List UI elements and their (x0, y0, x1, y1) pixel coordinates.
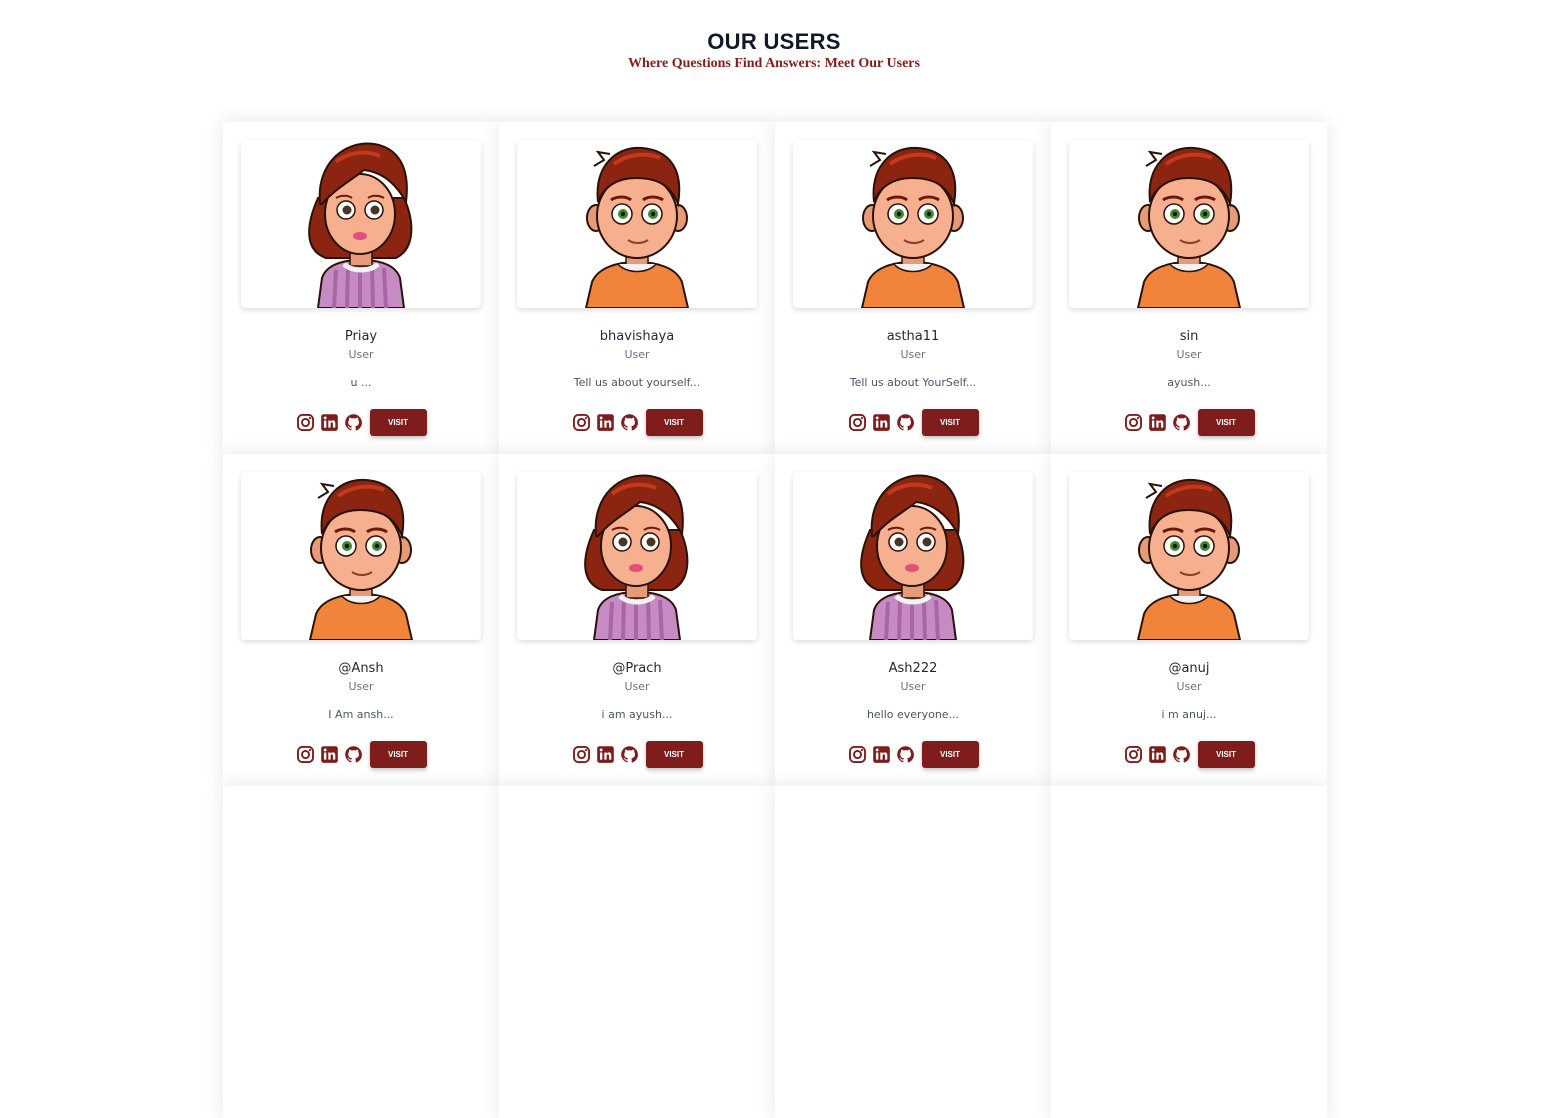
user-role: User (624, 348, 650, 361)
linkedin-icon[interactable] (872, 413, 892, 433)
user-card: @anuj User i m anuj... VISIT (1051, 454, 1327, 786)
github-icon[interactable] (896, 413, 916, 433)
card-actions: VISIT (1051, 409, 1327, 436)
user-role: User (1176, 348, 1202, 361)
user-card: @Ansh User I Am ansh... VISIT (223, 454, 499, 786)
visit-button[interactable]: VISIT (1197, 409, 1255, 436)
github-icon[interactable] (1172, 413, 1192, 433)
instagram-icon[interactable] (1124, 413, 1144, 433)
avatar-frame (1069, 140, 1309, 308)
avatar-frame (241, 472, 481, 640)
user-bio: ayush... (1167, 376, 1211, 389)
user-role: User (1176, 680, 1202, 693)
user-bio: Tell us about yourself... (573, 376, 701, 389)
user-bio: i m anuj... (1161, 708, 1217, 721)
user-name: Priay (344, 329, 378, 344)
user-card-partial (499, 786, 775, 1118)
girl-avatar (241, 140, 481, 308)
linkedin-icon[interactable] (1148, 413, 1168, 433)
user-card: astha11 User Tell us about YourSelf... VISI… (775, 122, 1051, 454)
card-actions: VISIT (775, 409, 1051, 436)
linkedin-icon[interactable] (1148, 745, 1168, 765)
visit-button[interactable]: VISIT (369, 741, 427, 768)
user-name: @Ansh (338, 661, 384, 676)
boy-avatar (241, 472, 481, 640)
linkedin-icon[interactable] (320, 745, 340, 765)
user-card: sin User ayush... VISIT (1051, 122, 1327, 454)
boy-avatar (793, 140, 1033, 308)
linkedin-icon[interactable] (596, 413, 616, 433)
github-icon[interactable] (620, 413, 640, 433)
page-title: OUR USERS (707, 29, 841, 54)
user-bio: u ... (350, 376, 372, 389)
linkedin-icon[interactable] (596, 745, 616, 765)
instagram-icon[interactable] (296, 413, 316, 433)
card-actions: VISIT (499, 741, 775, 768)
girl-avatar (793, 472, 1033, 640)
avatar-frame (793, 472, 1033, 640)
visit-button[interactable]: VISIT (921, 409, 979, 436)
girl-avatar (517, 472, 757, 640)
user-card-partial (223, 786, 499, 1118)
instagram-icon[interactable] (572, 413, 592, 433)
user-card: Priay User u ... VISIT (223, 122, 499, 454)
user-role: User (348, 680, 374, 693)
user-bio: hello everyone... (866, 708, 960, 721)
card-actions: VISIT (1051, 741, 1327, 768)
user-bio: Tell us about YourSelf... (849, 376, 977, 389)
visit-button[interactable]: VISIT (369, 409, 427, 436)
user-card: @Prach User i am ayush... VISIT (499, 454, 775, 786)
github-icon[interactable] (1172, 745, 1192, 765)
user-bio: i am ayush... (601, 708, 673, 721)
linkedin-icon[interactable] (320, 413, 340, 433)
boy-avatar (517, 140, 757, 308)
card-actions: VISIT (223, 741, 499, 768)
avatar-frame (1069, 472, 1309, 640)
visit-button[interactable]: VISIT (645, 741, 703, 768)
user-name: @Prach (612, 661, 662, 676)
page-header: OUR USERS Where Questions Find Answers: … (0, 28, 1548, 72)
page-subtitle: Where Questions Find Answers: Meet Our U… (628, 56, 920, 71)
user-role: User (348, 348, 374, 361)
card-actions: VISIT (499, 409, 775, 436)
card-actions: VISIT (775, 741, 1051, 768)
github-icon[interactable] (344, 413, 364, 433)
user-card: Ash222 User hello everyone... VISIT (775, 454, 1051, 786)
user-card-partial (1051, 786, 1327, 1118)
user-role: User (900, 348, 926, 361)
card-actions: VISIT (223, 409, 499, 436)
instagram-icon[interactable] (1124, 745, 1144, 765)
visit-button[interactable]: VISIT (921, 741, 979, 768)
user-role: User (624, 680, 650, 693)
user-name: sin (1179, 329, 1199, 344)
user-card: bhavishaya User Tell us about yourself... V… (499, 122, 775, 454)
instagram-icon[interactable] (848, 413, 868, 433)
user-role: User (900, 680, 926, 693)
instagram-icon[interactable] (572, 745, 592, 765)
user-name: astha11 (886, 329, 940, 344)
avatar-frame (241, 140, 481, 308)
user-name: Ash222 (888, 661, 938, 676)
avatar-frame (517, 140, 757, 308)
github-icon[interactable] (896, 745, 916, 765)
user-card-partial (775, 786, 1051, 1118)
instagram-icon[interactable] (848, 745, 868, 765)
avatar-frame (793, 140, 1033, 308)
user-name: bhavishaya (599, 329, 675, 344)
visit-button[interactable]: VISIT (645, 409, 703, 436)
user-name: @anuj (1168, 661, 1210, 676)
users-grid: Priay User u ... VISIT bhavishaya User Tell u… (223, 122, 1327, 1118)
instagram-icon[interactable] (296, 745, 316, 765)
user-bio: I Am ansh... (328, 708, 394, 721)
linkedin-icon[interactable] (872, 745, 892, 765)
github-icon[interactable] (344, 745, 364, 765)
boy-avatar (1069, 140, 1309, 308)
boy-avatar (1069, 472, 1309, 640)
avatar-frame (517, 472, 757, 640)
visit-button[interactable]: VISIT (1197, 741, 1255, 768)
github-icon[interactable] (620, 745, 640, 765)
